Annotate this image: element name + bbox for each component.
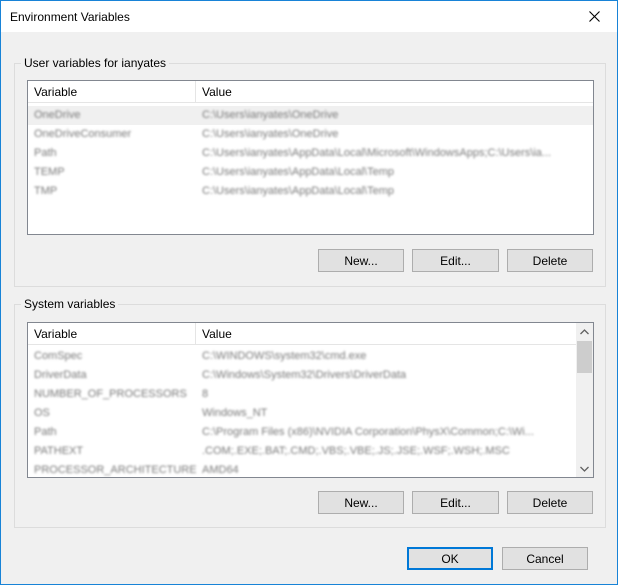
variable-name: DriverData xyxy=(34,369,87,381)
close-button[interactable] xyxy=(571,1,617,32)
variable-value: C:\Users\ianyates\AppData\Local\Temp xyxy=(202,185,394,197)
variable-value: C:\Windows\System32\Drivers\DriverData xyxy=(202,369,407,381)
close-icon xyxy=(588,11,600,22)
user-edit-button[interactable]: Edit... xyxy=(412,249,499,272)
list-item[interactable]: NUMBER_OF_PROCESSORS 8 xyxy=(28,385,576,404)
chevron-up-icon xyxy=(580,328,589,334)
variable-name: Path xyxy=(34,147,57,159)
list-item[interactable]: ComSpec C:\WINDOWS\system32\cmd.exe xyxy=(28,347,576,366)
variable-value: .COM;.EXE;.BAT;.CMD;.VBS;.VBE;.JS;.JSE;.… xyxy=(202,445,510,457)
variable-value: C:\Users\ianyates\OneDrive xyxy=(202,128,339,140)
list-item[interactable]: TMP C:\Users\ianyates\AppData\Local\Temp xyxy=(28,182,593,201)
variable-name: OS xyxy=(34,407,50,419)
variable-name: NUMBER_OF_PROCESSORS xyxy=(34,388,187,400)
system-variables-header: Variable Value xyxy=(28,323,593,345)
chevron-down-icon xyxy=(580,466,589,472)
column-header-variable[interactable]: Variable xyxy=(28,81,196,103)
list-item[interactable]: TEMP C:\Users\ianyates\AppData\Local\Tem… xyxy=(28,163,593,182)
variable-name: OneDrive xyxy=(34,109,81,121)
system-delete-button[interactable]: Delete xyxy=(507,491,593,514)
list-item[interactable]: OS Windows_NT xyxy=(28,404,576,423)
user-variables-label: User variables for ianyates xyxy=(21,56,170,70)
variable-value: 8 xyxy=(202,388,209,400)
column-header-value[interactable]: Value xyxy=(196,323,593,345)
column-header-variable[interactable]: Variable xyxy=(28,323,196,345)
system-new-button[interactable]: New... xyxy=(318,491,404,514)
variable-name: PROCESSOR_ARCHITECTURE xyxy=(34,464,196,476)
list-item[interactable]: Path C:\Program Files (x86)\NVIDIA Corpo… xyxy=(28,423,576,442)
variable-value: C:\Users\ianyates\OneDrive xyxy=(202,109,339,121)
title-bar[interactable]: Environment Variables xyxy=(1,1,617,32)
variable-name: PATHEXT xyxy=(34,445,84,457)
list-item[interactable]: OneDrive C:\Users\ianyates\OneDrive xyxy=(28,106,593,125)
user-delete-button[interactable]: Delete xyxy=(507,249,593,272)
variable-name: TEMP xyxy=(34,166,65,178)
list-item[interactable]: OneDriveConsumer C:\Users\ianyates\OneDr… xyxy=(28,125,593,144)
variable-name: Path xyxy=(34,426,57,438)
variable-value: C:\Program Files (x86)\NVIDIA Corporatio… xyxy=(202,426,534,438)
variable-name: ComSpec xyxy=(34,350,83,362)
list-item[interactable]: PROCESSOR_ARCHITECTURE AMD64 xyxy=(28,461,576,477)
list-item[interactable]: Path C:\Users\ianyates\AppData\Local\Mic… xyxy=(28,144,593,163)
variable-value: AMD64 xyxy=(202,464,239,476)
variable-name: OneDriveConsumer xyxy=(34,128,132,140)
list-item[interactable]: DriverData C:\Windows\System32\Drivers\D… xyxy=(28,366,576,385)
system-edit-button[interactable]: Edit... xyxy=(412,491,499,514)
user-variables-header: Variable Value xyxy=(28,81,593,103)
list-item[interactable]: PATHEXT .COM;.EXE;.BAT;.CMD;.VBS;.VBE;.J… xyxy=(28,442,576,461)
system-variables-label: System variables xyxy=(21,297,119,311)
system-variables-scrollbar[interactable] xyxy=(576,323,593,477)
column-header-value[interactable]: Value xyxy=(196,81,593,103)
scroll-down-button[interactable] xyxy=(576,460,593,477)
scroll-up-button[interactable] xyxy=(576,323,593,340)
user-variables-list[interactable]: Variable Value OneDrive C:\Users\ianyate… xyxy=(27,80,594,235)
system-variables-list[interactable]: Variable Value ComSpec C:\WINDOWS\system… xyxy=(27,322,594,478)
scrollbar-thumb[interactable] xyxy=(577,341,592,373)
variable-value: Windows_NT xyxy=(202,407,268,419)
variable-value: C:\Users\ianyates\AppData\Local\Microsof… xyxy=(202,147,552,159)
variable-name: TMP xyxy=(34,185,58,197)
variable-value: C:\Users\ianyates\AppData\Local\Temp xyxy=(202,166,394,178)
window-title: Environment Variables xyxy=(10,10,130,24)
environment-variables-dialog: Environment Variables User variables for… xyxy=(0,0,618,585)
user-new-button[interactable]: New... xyxy=(318,249,404,272)
cancel-button[interactable]: Cancel xyxy=(502,547,588,570)
ok-button[interactable]: OK xyxy=(407,547,493,570)
variable-value: C:\WINDOWS\system32\cmd.exe xyxy=(202,350,367,362)
